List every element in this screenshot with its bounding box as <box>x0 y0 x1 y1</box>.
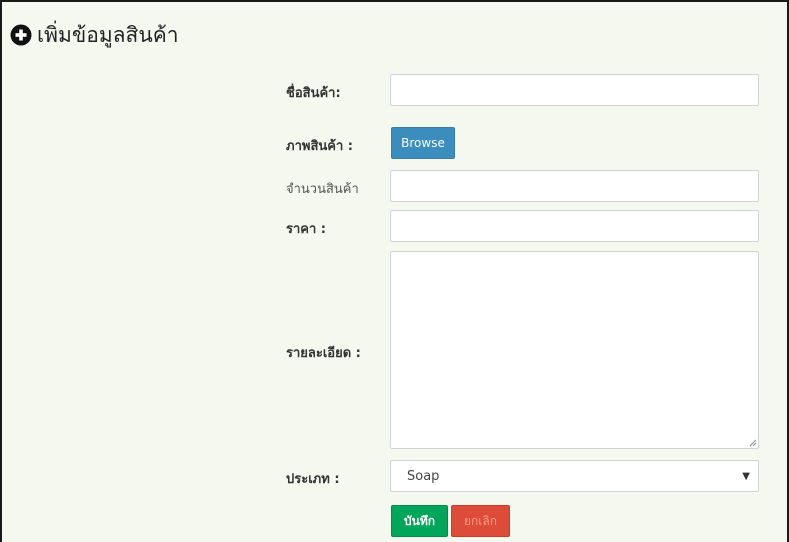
save-button[interactable]: บันทึก <box>391 505 448 537</box>
detail-textarea-wrap <box>390 251 759 449</box>
detail-label: รายละเอียด : <box>286 346 361 361</box>
category-label: ประเภท : <box>286 472 340 487</box>
page-title: เพิ่มข้อมูลสินค้า <box>37 22 179 47</box>
price-input[interactable] <box>390 210 759 242</box>
product-name-input[interactable] <box>390 74 759 106</box>
quantity-input[interactable] <box>390 170 759 202</box>
cancel-button[interactable]: ยกเลิก <box>451 505 510 537</box>
dropdown-arrow-icon: ▼ <box>742 470 750 482</box>
panel-header: เพิ่มข้อมูลสินค้า <box>10 18 179 52</box>
form-panel: เพิ่มข้อมูลสินค้า ชื่อสินค้า: ภาพสินค้า … <box>0 0 789 542</box>
price-label: ราคา : <box>286 222 327 237</box>
category-select[interactable]: Soap ▼ <box>390 460 759 492</box>
product-image-label: ภาพสินค้า : <box>286 139 353 154</box>
quantity-label: จำนวนสินค้า <box>286 182 359 197</box>
plus-circle-icon <box>10 24 32 46</box>
detail-textarea[interactable] <box>390 251 759 449</box>
browse-button[interactable]: Browse <box>391 127 455 159</box>
resize-grip-icon[interactable] <box>749 439 757 447</box>
product-name-label: ชื่อสินค้า: <box>286 86 341 101</box>
category-selected-value: Soap <box>407 468 440 484</box>
